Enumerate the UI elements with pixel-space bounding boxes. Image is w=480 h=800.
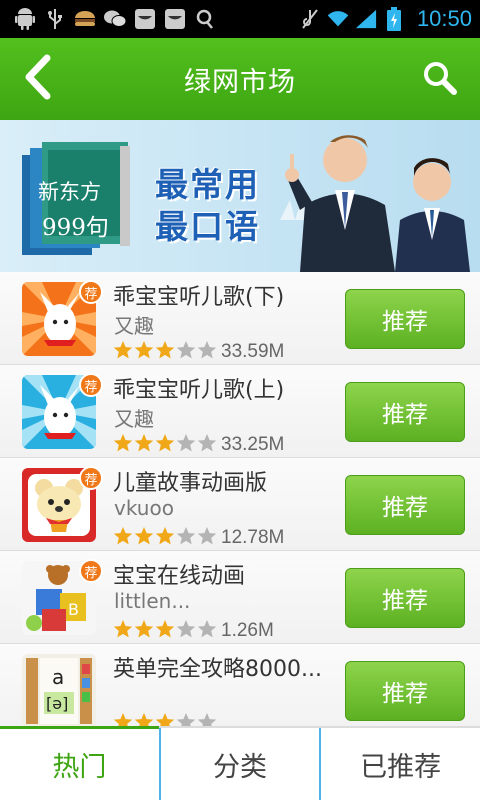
page-title: 绿网市场 — [184, 66, 296, 98]
star-empty-icon — [197, 526, 217, 550]
tab-category[interactable]: 分类 — [158, 728, 320, 800]
app-developer: 又趣 — [114, 407, 154, 431]
app-size: 12.78M — [221, 527, 285, 548]
app-developer: 又趣 — [114, 314, 154, 338]
star-filled-icon — [113, 433, 133, 457]
star-filled-icon — [155, 433, 175, 457]
burger-icon — [74, 8, 96, 30]
back-chevron-icon — [23, 54, 53, 104]
svg-text:a: a — [52, 665, 64, 689]
promo-banner[interactable]: 新东方 999句 最常用 最口语 — [0, 120, 480, 272]
app-name: 宝宝在线动画 — [113, 564, 246, 589]
battery-charging-icon — [383, 7, 405, 31]
star-empty-icon — [197, 433, 217, 457]
recommend-badge: 荐 — [79, 466, 103, 490]
mute-icon — [299, 8, 321, 30]
clock: 10:50 — [416, 6, 472, 31]
search-button[interactable] — [418, 58, 462, 102]
app-root: 10:50 绿网市场 新东方 999句 最常用 最口语 荐 乖宝宝听儿歌(下) … — [0, 0, 480, 800]
star-empty-icon — [176, 526, 196, 550]
headset-icon — [194, 8, 216, 30]
back-button[interactable] — [18, 54, 58, 104]
bottom-tab-bar: 热门 分类 已推荐 — [0, 726, 480, 800]
star-filled-icon — [155, 619, 175, 643]
recommend-badge: 荐 — [79, 373, 103, 397]
list-item[interactable]: a [ə] 英单完全攻略8000... 推荐 — [0, 644, 480, 728]
app-name: 英单完全攻略8000... — [113, 657, 322, 682]
star-filled-icon — [113, 340, 133, 364]
star-rating — [113, 340, 217, 364]
star-empty-icon — [176, 619, 196, 643]
star-filled-icon — [155, 526, 175, 550]
search-icon — [423, 61, 457, 99]
star-filled-icon — [134, 619, 154, 643]
watermelon-icon — [164, 8, 186, 30]
recommend-button[interactable]: 推荐 — [345, 289, 465, 349]
star-rating — [113, 526, 217, 550]
app-list[interactable]: 荐 乖宝宝听儿歌(下) 又趣 33.59M 推荐 荐 乖宝宝听儿歌(上) 又趣 … — [0, 272, 480, 728]
app-size: 33.25M — [221, 434, 285, 455]
list-item[interactable]: 荐 乖宝宝听儿歌(下) 又趣 33.59M 推荐 — [0, 272, 480, 365]
star-filled-icon — [155, 340, 175, 364]
recommend-button[interactable]: 推荐 — [345, 475, 465, 535]
star-filled-icon — [134, 433, 154, 457]
tab-recommended[interactable]: 已推荐 — [319, 728, 480, 800]
recommend-button[interactable]: 推荐 — [345, 382, 465, 442]
app-name: 乖宝宝听儿歌(上) — [113, 378, 285, 403]
star-filled-icon — [113, 619, 133, 643]
svg-text:B: B — [68, 600, 79, 619]
star-empty-icon — [197, 619, 217, 643]
app-name: 儿童故事动画版 — [113, 471, 268, 496]
recommend-badge: 荐 — [79, 280, 103, 304]
recommend-badge: 荐 — [79, 559, 103, 583]
android-icon — [14, 8, 36, 30]
star-rating — [113, 433, 217, 457]
banner-book-title-1: 新东方 — [38, 180, 101, 204]
usb-icon — [44, 8, 66, 30]
banner-book-title-2: 999句 — [42, 215, 109, 241]
notification-icons — [0, 8, 216, 30]
system-icons: 10:50 — [299, 6, 480, 32]
wechat-icon — [104, 8, 126, 30]
tab-hot[interactable]: 热门 — [0, 726, 159, 800]
app-size: 1.26M — [221, 620, 274, 641]
app-developer: littlen... — [114, 589, 191, 613]
list-item[interactable]: B 荐 宝宝在线动画 littlen... 1.26M 推荐 — [0, 551, 480, 644]
signal-icon — [355, 8, 377, 30]
star-empty-icon — [197, 340, 217, 364]
recommend-button[interactable]: 推荐 — [345, 661, 465, 721]
status-bar: 10:50 — [0, 0, 480, 38]
app-developer: vkuoo — [114, 496, 174, 520]
star-filled-icon — [134, 340, 154, 364]
app-name: 乖宝宝听儿歌(下) — [113, 285, 285, 310]
watermelon-icon — [134, 8, 156, 30]
list-item[interactable]: 荐 儿童故事动画版 vkuoo 12.78M 推荐 — [0, 458, 480, 551]
banner-slogan-2: 最口语 — [155, 207, 260, 246]
list-item[interactable]: 荐 乖宝宝听儿歌(上) 又趣 33.25M 推荐 — [0, 365, 480, 458]
banner-slogan-1: 最常用 — [155, 165, 260, 204]
phonetic-book-icon: a [ə] — [22, 654, 96, 728]
wifi-icon — [327, 8, 349, 30]
star-empty-icon — [176, 340, 196, 364]
star-rating — [113, 619, 217, 643]
recommend-button[interactable]: 推荐 — [345, 568, 465, 628]
star-filled-icon — [113, 526, 133, 550]
app-size: 33.59M — [221, 341, 285, 362]
star-empty-icon — [176, 433, 196, 457]
star-filled-icon — [134, 526, 154, 550]
app-header: 绿网市场 — [0, 38, 480, 120]
svg-text:[ə]: [ə] — [46, 694, 68, 713]
